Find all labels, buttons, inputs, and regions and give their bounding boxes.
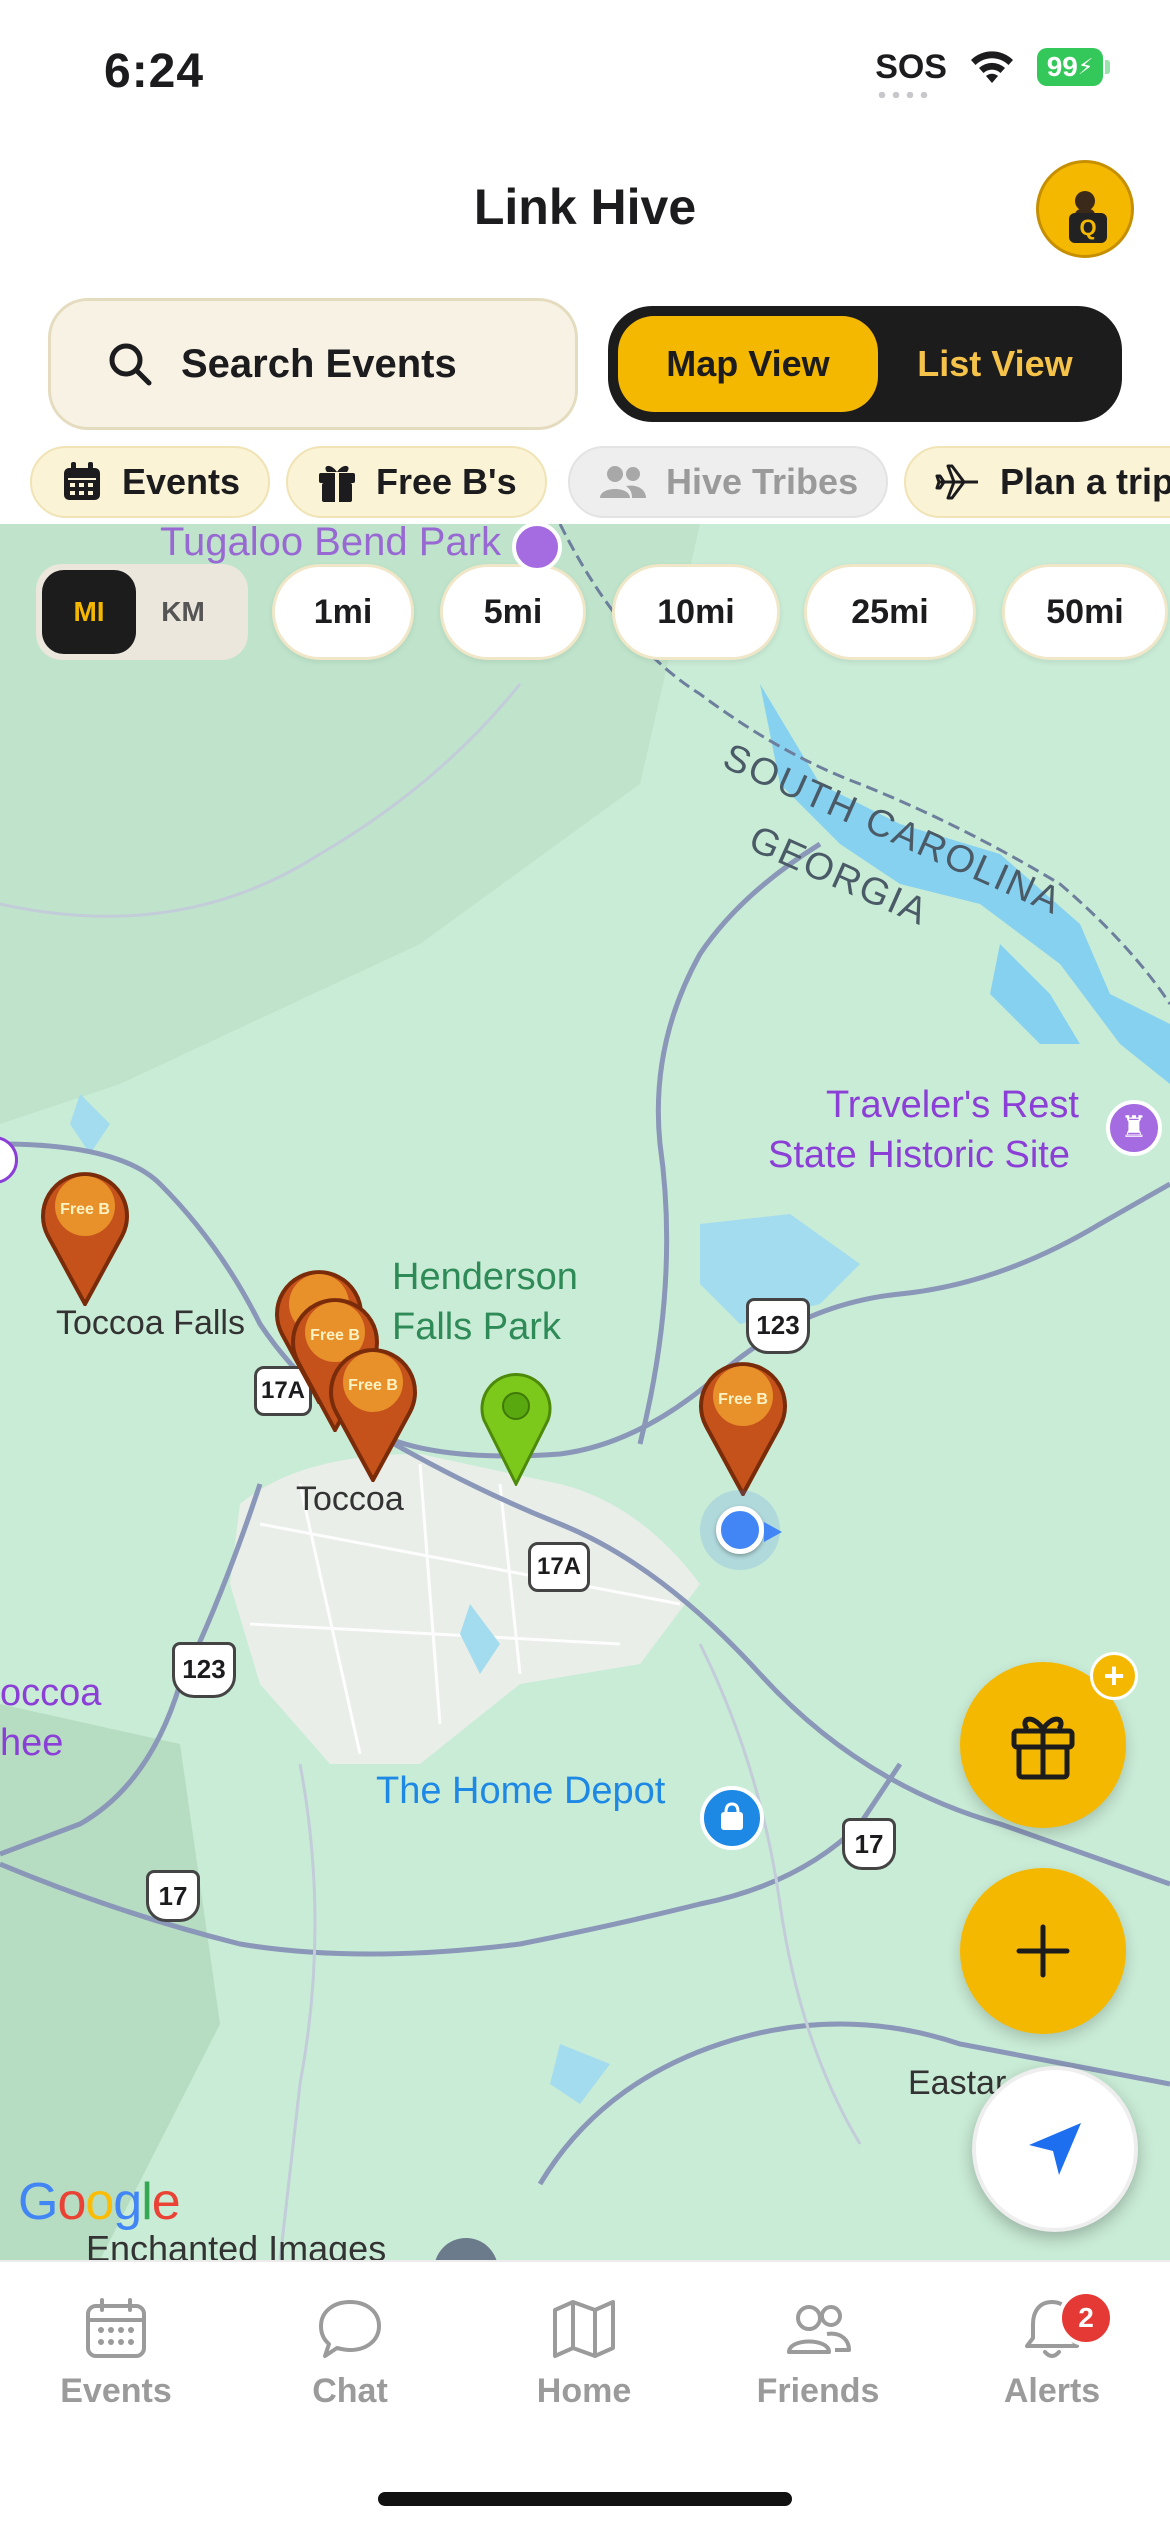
shopping-bag-poi-icon[interactable]: [700, 1786, 764, 1850]
chip-free-bs-label: Free B's: [376, 461, 517, 502]
add-event-button[interactable]: [960, 1868, 1126, 2034]
category-chips: Events Free B's Hive Tribes Plan a trip: [0, 446, 1170, 524]
chip-events[interactable]: Events: [30, 446, 271, 518]
free-b-pin[interactable]: Free B: [688, 1346, 798, 1499]
tab-friends-label: Friends: [756, 2372, 880, 2410]
navigation-arrow-icon: [1029, 2123, 1081, 2175]
poi-cut-line1[interactable]: occoa: [0, 1672, 101, 1715]
battery-cap: [1105, 60, 1110, 74]
view-toggle: Map View List View: [608, 306, 1122, 422]
gift-icon: [319, 465, 355, 502]
unit-km-button[interactable]: KM: [136, 570, 230, 654]
fab-plus-badge: +: [1090, 1652, 1138, 1700]
free-b-pin-label: Free B: [60, 1201, 110, 1218]
green-pin-icon: [480, 1373, 552, 1488]
honey-pot-marker-icon: Free B: [699, 1362, 787, 1499]
chip-plan-trip-label: Plan a trip: [1000, 461, 1170, 502]
chat-icon: [319, 2300, 381, 2358]
tab-alerts[interactable]: Alerts 2: [962, 2290, 1142, 2411]
avatar[interactable]: Q: [1036, 160, 1134, 258]
chip-hive-tribes-label: Hive Tribes: [666, 461, 859, 502]
route-shield-17a: 17A: [528, 1542, 590, 1592]
poi-tugaloo-bend-park[interactable]: Tugaloo Bend Park: [160, 524, 501, 565]
battery-percent: 99: [1046, 51, 1078, 82]
map-icon: [553, 2300, 615, 2358]
free-b-pin-label: Free B: [348, 1377, 398, 1394]
chip-plan-trip[interactable]: Plan a trip: [904, 446, 1170, 518]
tab-home[interactable]: Home: [494, 2296, 674, 2411]
poi-home-depot[interactable]: The Home Depot: [376, 1770, 665, 1813]
poi-cut-line2[interactable]: hee: [0, 1722, 63, 1765]
status-bar: 6:24 SOS 99 ⚡: [0, 0, 1170, 140]
google-logo: Google: [18, 2173, 181, 2231]
calendar-icon: [86, 2298, 146, 2358]
tab-events-label: Events: [60, 2372, 172, 2410]
camera-poi-icon[interactable]: [512, 524, 562, 572]
poi-travelers-rest-line2[interactable]: State Historic Site: [768, 1134, 1070, 1177]
status-time: 6:24: [104, 45, 205, 98]
heading-arrow-icon: [764, 1522, 782, 1542]
gift-icon: [1011, 1716, 1075, 1780]
route-shield-123-west: 123: [172, 1642, 236, 1698]
list-view-button[interactable]: List View: [878, 316, 1112, 412]
tab-alerts-label: Alerts: [1003, 2372, 1101, 2410]
recenter-location-button[interactable]: [972, 2066, 1138, 2232]
distance-50mi[interactable]: 50mi: [1002, 564, 1168, 660]
tab-chat-label: Chat: [312, 2372, 388, 2410]
bag-glyph-icon: [721, 1802, 743, 1830]
wifi-icon: [971, 51, 1013, 83]
unit-toggle: MI KM: [36, 564, 248, 660]
free-b-pin-label: Free B: [718, 1391, 768, 1408]
castle-poi-icon[interactable]: ♜: [1106, 1100, 1162, 1156]
place-toccoa: Toccoa: [296, 1480, 404, 1518]
signal-dots: [875, 92, 932, 98]
people-icon: [600, 466, 646, 498]
place-toccoa-falls: Toccoa Falls: [56, 1304, 245, 1342]
sos-indicator: SOS: [875, 48, 947, 98]
friends-icon: [787, 2305, 851, 2354]
free-b-pin[interactable]: Free B: [30, 1156, 140, 1309]
home-indicator: [378, 2492, 792, 2506]
free-b-gift-button[interactable]: +: [960, 1652, 1138, 1828]
search-icon: [109, 343, 152, 386]
chip-events-label: Events: [122, 461, 241, 502]
tab-events[interactable]: Events: [26, 2296, 206, 2411]
map-view-button[interactable]: Map View: [618, 316, 878, 412]
battery-indicator: 99 ⚡: [1037, 48, 1110, 86]
distance-5mi[interactable]: 5mi: [440, 564, 586, 660]
selected-location-pin[interactable]: [478, 1370, 554, 1488]
chip-free-bs[interactable]: Free B's: [286, 446, 547, 518]
route-shield-17-east: 17: [842, 1818, 896, 1870]
page-title: Link Hive: [473, 179, 697, 235]
battery-level: 99 ⚡: [1037, 48, 1103, 86]
status-icons: SOS 99 ⚡: [875, 48, 1110, 98]
tab-friends[interactable]: Friends: [728, 2296, 908, 2411]
chip-hive-tribes[interactable]: Hive Tribes: [568, 446, 889, 518]
alerts-count-badge: 2: [1058, 2290, 1114, 2346]
tab-home-label: Home: [536, 2372, 632, 2410]
free-b-pin[interactable]: Free B: [318, 1332, 428, 1485]
user-location-dot[interactable]: [716, 1506, 764, 1554]
distance-1mi[interactable]: 1mi: [272, 564, 414, 660]
route-shield-17-west: 17: [146, 1870, 200, 1922]
unit-mi-button[interactable]: MI: [42, 570, 136, 654]
honey-pot-marker-icon: Free B: [41, 1172, 129, 1309]
calendar-icon: [64, 462, 100, 500]
honey-pot-marker-icon: Free B: [329, 1348, 417, 1485]
avatar-badge: Q: [1069, 213, 1107, 243]
distance-25mi[interactable]: 25mi: [804, 564, 976, 660]
poi-travelers-rest-line1[interactable]: Traveler's Rest: [826, 1084, 1079, 1127]
map-view[interactable]: MI KM 1mi 5mi 10mi 25mi 50mi Tugaloo Ben…: [0, 524, 1170, 2260]
app-header: Link Hive Q: [0, 140, 1170, 270]
poi-enchanted-images[interactable]: Enchanted Images: [86, 2228, 386, 2260]
distance-10mi[interactable]: 10mi: [612, 564, 780, 660]
search-bar[interactable]: [48, 298, 578, 430]
airplane-icon: [935, 464, 978, 500]
search-input[interactable]: [181, 341, 541, 387]
tab-chat[interactable]: Chat: [260, 2296, 440, 2411]
sos-label: SOS: [875, 48, 947, 86]
poi-henderson-line1[interactable]: Henderson: [392, 1256, 578, 1299]
plus-icon: [1016, 1924, 1070, 1978]
